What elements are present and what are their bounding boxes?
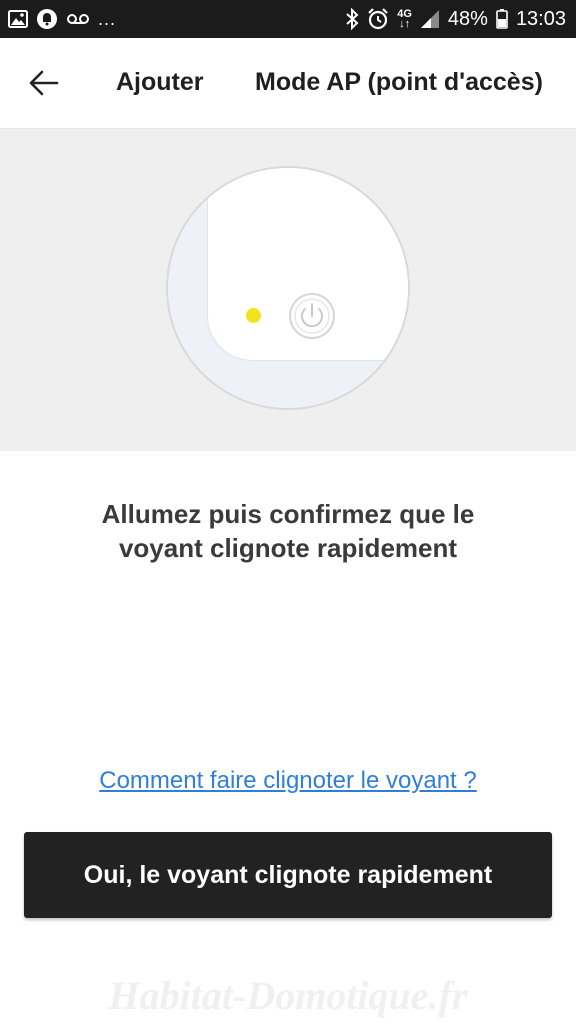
tab-ap-mode[interactable]: Mode AP (point d'accès) [255, 68, 543, 97]
clock: 13:03 [515, 7, 566, 30]
app-header: Ajouter Mode AP (point d'accès) [0, 38, 576, 129]
confirm-button[interactable]: Oui, le voyant clignote rapidement [24, 832, 552, 918]
signal-icon [420, 9, 440, 29]
bluetooth-icon [345, 8, 359, 30]
device-illustration-panel [0, 129, 576, 451]
image-icon [8, 10, 28, 28]
back-arrow-icon [29, 70, 59, 96]
back-button[interactable] [22, 64, 66, 102]
device-illustration [166, 166, 410, 410]
instruction-line-2: voyant clignote rapidement [118, 533, 458, 563]
blinking-led [246, 308, 261, 323]
instruction-text: Allumez puis confirmez que le voyant cli… [40, 497, 536, 565]
power-button-icon [289, 293, 335, 339]
battery-icon [496, 9, 508, 29]
status-bar-right: 4G ↓↑ 48% 13:03 [345, 8, 566, 31]
voicemail-icon [66, 12, 90, 26]
alarm-icon [367, 8, 389, 30]
help-link[interactable]: Comment faire clignoter le voyant ? [0, 767, 576, 795]
status-bar: ... 4G ↓↑ 48% 13:03 [0, 0, 576, 38]
notification-icon [36, 8, 58, 30]
battery-percent: 48% [447, 7, 488, 30]
status-bar-left: ... [8, 8, 116, 30]
watermark: Habitat-Domotique.fr [108, 973, 468, 1018]
instruction-line-1: Allumez puis confirmez que le [101, 499, 475, 529]
more-notifications: ... [98, 8, 117, 29]
network-type: 4G ↓↑ [397, 8, 412, 30]
tab-add[interactable]: Ajouter [116, 68, 204, 97]
